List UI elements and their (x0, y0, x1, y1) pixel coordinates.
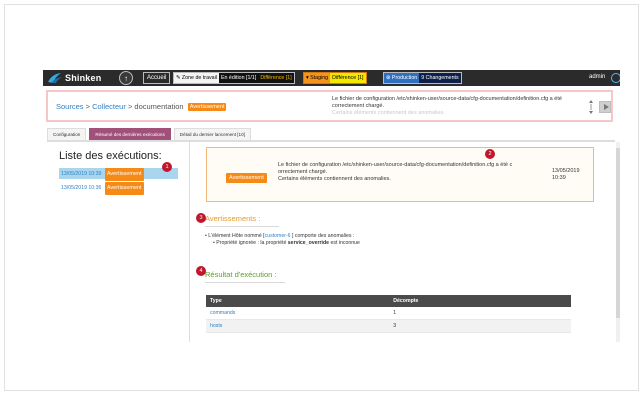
execution-item[interactable]: 13/05/2019 10:39 Avertissement (59, 168, 178, 181)
warning-host-link[interactable]: customer-6 (265, 233, 291, 239)
results-table: Type Décompte commands 1 hosts 3 (206, 295, 571, 333)
execution-date: 13/05/2019 10:36 (61, 185, 102, 191)
table-row: hosts 3 (206, 319, 571, 333)
summary-badge: Avertissement (226, 173, 267, 183)
workspace-zone-state: En édition [1/1] (218, 73, 259, 83)
warning-sub-suffix: est inconnue (330, 240, 360, 246)
source-message: Le fichier de configuration /etc/shinken… (332, 96, 582, 117)
shinken-logo[interactable]: Shinken (47, 71, 101, 85)
summary-date-time: 10:39 (552, 175, 566, 181)
production-changes: 9 Changements (419, 73, 461, 83)
breadcrumb-collector[interactable]: Collecteur (92, 102, 126, 111)
execution-summary-card: Avertissement Le fichier de configuratio… (206, 147, 594, 202)
execution-date: 13/05/2019 10:39 (61, 171, 102, 177)
results-underline (205, 282, 285, 283)
shinken-app: Shinken ↑ Accueil ✎ Zone de travail En é… (43, 70, 620, 342)
warning-prefix: L'élément Hôte nommé [ (208, 233, 265, 239)
detail-scrollbar[interactable] (616, 142, 620, 342)
results-header-row: Type Décompte (206, 295, 571, 307)
results-title: Résultat d'exécution : (205, 270, 277, 279)
breadcrumb: Sources > Collecteur > documentation Ave… (56, 102, 227, 111)
user-name[interactable]: admin (589, 74, 605, 80)
staging-label: ▾ Staging (306, 75, 329, 81)
execution-badge: Avertissement (104, 168, 144, 181)
detail-scrollbar-thumb[interactable] (616, 148, 620, 318)
breadcrumb-bar: Sources > Collecteur > documentation Ave… (46, 90, 613, 122)
home-button[interactable]: Accueil (143, 72, 171, 84)
summary-line1: Le fichier de configuration /etc/shinken… (278, 162, 513, 168)
results-count: 3 (389, 319, 571, 333)
results-count: 1 (389, 307, 571, 320)
play-button[interactable] (599, 101, 611, 113)
executions-panel: Liste des exécutions: 13/05/2019 10:39 A… (47, 142, 190, 342)
warning-item: • L'élément Hôte nommé [customer-6 ] com… (205, 233, 355, 239)
executions-title: Liste des exécutions: (59, 150, 162, 162)
warning-property: service_override (287, 240, 330, 246)
annotation-marker-1: 1 (162, 162, 172, 172)
summary-line2: orrectement chargé. (278, 169, 328, 175)
summary-date-day: 13/05/2019 (552, 168, 580, 174)
annotation-marker-2: 2 (485, 149, 495, 159)
summary-date: 13/05/2019 10:39 (552, 168, 592, 182)
execution-badge: Avertissement (104, 182, 144, 195)
results-header-type[interactable]: Type (206, 295, 390, 307)
staging-diff: Différence [1] (330, 73, 366, 83)
table-row: commands 1 (206, 307, 571, 320)
source-message-line3: Certains éléments contiennent des anomal… (332, 110, 445, 116)
production-button[interactable]: ⊗ Production 9 Changements (383, 72, 462, 84)
warning-subitem: • Propriété ignorée : la propriété servi… (213, 240, 360, 246)
message-scroll-icon[interactable] (589, 100, 593, 114)
breadcrumb-current: documentation (134, 102, 184, 111)
tab-executions-summary[interactable]: Résumé des dernières exécutions (89, 128, 171, 140)
execution-detail-panel: Avertissement Le fichier de configuratio… (191, 142, 613, 342)
summary-line3: Certains éléments contiennent des anomal… (278, 176, 391, 182)
tab-bar: Configuration Résumé des dernières exécu… (47, 128, 254, 140)
warning-suffix: ] comporte des anomalies : (292, 233, 355, 239)
results-type-link[interactable]: commands (206, 307, 390, 320)
workspace-zone-diff: Différence [1] (258, 73, 294, 83)
warnings-title: Avertissements : (205, 214, 261, 223)
warning-sub-prefix: Propriété ignorée : la propriété (216, 240, 287, 246)
source-message-line1: Le fichier de configuration /etc/shinken… (332, 96, 562, 102)
staging-button[interactable]: ▾ Staging Différence [1] (303, 72, 367, 84)
results-header-count[interactable]: Décompte (389, 295, 571, 307)
shinken-logo-icon (48, 73, 62, 83)
source-message-line2: correctement chargé. (332, 103, 384, 109)
workspace-zone-label: ✎ Zone de travail (176, 75, 217, 81)
power-icon[interactable] (611, 73, 620, 83)
status-badge: Avertissement (187, 103, 227, 111)
tab-last-run-detail[interactable]: Détail du dernier lancement [10] (173, 128, 251, 140)
top-bar: Shinken ↑ Accueil ✎ Zone de travail En é… (43, 70, 620, 86)
results-type-link[interactable]: hosts (206, 319, 390, 333)
workspace-zone-button[interactable]: ✎ Zone de travail En édition [1/1] Diffé… (173, 72, 295, 84)
execution-item[interactable]: 13/05/2019 10:36 Avertissement (59, 182, 144, 195)
production-label: ⊗ Production (386, 75, 418, 81)
tab-configuration[interactable]: Configuration (47, 128, 87, 140)
summary-message: Le fichier de configuration /etc/shinken… (278, 162, 540, 183)
up-arrow-icon[interactable]: ↑ (119, 71, 133, 85)
breadcrumb-sources[interactable]: Sources (56, 102, 84, 111)
warnings-list: • L'élément Hôte nommé [customer-6 ] com… (205, 233, 360, 247)
logo-text: Shinken (65, 73, 102, 83)
warnings-underline (205, 226, 279, 227)
